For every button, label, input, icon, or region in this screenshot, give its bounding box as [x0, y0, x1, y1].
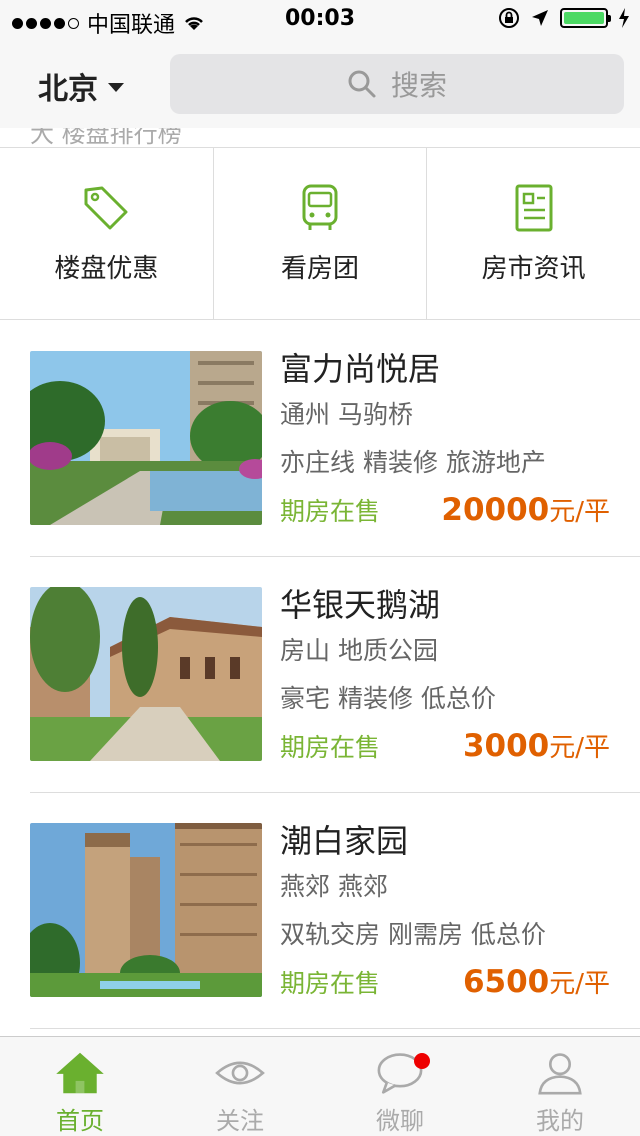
scrolled-section-peek: 大 楼盘排行榜 — [0, 128, 640, 148]
tab-label: 我的 — [536, 1107, 584, 1135]
location-arrow-icon — [532, 10, 548, 26]
property-location: 通州 马驹桥 — [280, 400, 413, 429]
charging-bolt-icon — [619, 8, 629, 28]
tab-label: 关注 — [216, 1107, 264, 1135]
property-price: 3000元/平 — [463, 727, 610, 764]
category-label: 房市资讯 — [481, 254, 586, 284]
search-bar[interactable]: 搜索 — [170, 54, 624, 114]
property-location: 房山 地质公园 — [280, 636, 438, 665]
property-tags: 亦庄线 精装修 旅游地产 — [280, 448, 546, 477]
price-value: 6500 — [462, 964, 550, 1000]
caret-down-icon — [108, 82, 124, 92]
city-label: 北京 — [38, 72, 98, 107]
news-icon — [515, 184, 553, 232]
tab-label: 微聊 — [376, 1107, 424, 1135]
category-news[interactable]: 房市资讯 — [427, 148, 640, 319]
list-item[interactable]: 富力尚悦居 通州 马驹桥 亦庄线 精装修 旅游地产 期房在售 20000元/平 — [0, 321, 640, 557]
battery-icon — [560, 8, 611, 28]
property-photo — [30, 587, 262, 761]
price-value: 3000 — [462, 728, 550, 764]
bottom-tab-bar: 首页 关注 微聊 我的 — [0, 1036, 640, 1136]
category-discounts[interactable]: 楼盘优惠 — [0, 148, 214, 319]
search-icon — [348, 70, 376, 98]
home-icon — [56, 1052, 104, 1094]
search-placeholder: 搜索 — [390, 69, 447, 102]
sale-status: 期房在售 — [280, 969, 381, 998]
property-name: 华银天鹅湖 — [280, 586, 441, 624]
peek-text: 大 楼盘排行榜 — [30, 128, 182, 148]
list-item[interactable]: 潮白家园 燕郊 燕郊 双轨交房 刚需房 低总价 期房在售 6500元/平 — [0, 793, 640, 1029]
rotation-lock-icon — [499, 8, 519, 28]
user-icon — [538, 1053, 582, 1095]
property-location: 燕郊 燕郊 — [280, 872, 388, 901]
price-unit: 元/平 — [549, 733, 610, 763]
eye-icon — [215, 1061, 265, 1085]
category-label: 楼盘优惠 — [54, 254, 159, 284]
tab-follow[interactable]: 关注 — [160, 1037, 320, 1136]
property-photo — [30, 351, 262, 525]
property-price: 6500元/平 — [463, 963, 610, 1000]
tag-icon — [84, 186, 128, 230]
category-tour-group[interactable]: 看房团 — [214, 148, 428, 319]
property-name: 潮白家园 — [280, 822, 409, 860]
property-photo — [30, 823, 262, 997]
list-item[interactable]: 华银天鹅湖 房山 地质公园 豪宅 精装修 低总价 期房在售 3000元/平 — [0, 557, 640, 793]
tab-home[interactable]: 首页 — [0, 1037, 160, 1136]
sale-status: 期房在售 — [280, 497, 381, 526]
category-label: 看房团 — [281, 254, 360, 284]
price-unit: 元/平 — [549, 497, 610, 527]
city-selector[interactable]: 北京 — [38, 64, 124, 108]
status-bar: 中国联通 00:03 — [0, 0, 640, 40]
property-name: 富力尚悦居 — [280, 350, 441, 388]
unread-badge — [414, 1053, 430, 1069]
divider — [30, 1028, 640, 1029]
tab-profile[interactable]: 我的 — [480, 1037, 640, 1136]
price-unit: 元/平 — [549, 969, 610, 999]
category-shortcuts: 楼盘优惠 看房团 房市资讯 — [0, 148, 640, 320]
price-value: 20000 — [441, 492, 550, 528]
sale-status: 期房在售 — [280, 733, 381, 762]
property-tags: 双轨交房 刚需房 低总价 — [280, 920, 546, 949]
tab-label: 首页 — [56, 1107, 104, 1135]
bus-icon — [302, 184, 338, 230]
tab-chat[interactable]: 微聊 — [320, 1037, 480, 1136]
property-tags: 豪宅 精装修 低总价 — [280, 684, 496, 713]
property-list: 富力尚悦居 通州 马驹桥 亦庄线 精装修 旅游地产 期房在售 20000元/平 — [0, 321, 640, 1029]
property-price: 20000元/平 — [441, 491, 610, 528]
top-header: 北京 搜索 — [0, 40, 640, 128]
